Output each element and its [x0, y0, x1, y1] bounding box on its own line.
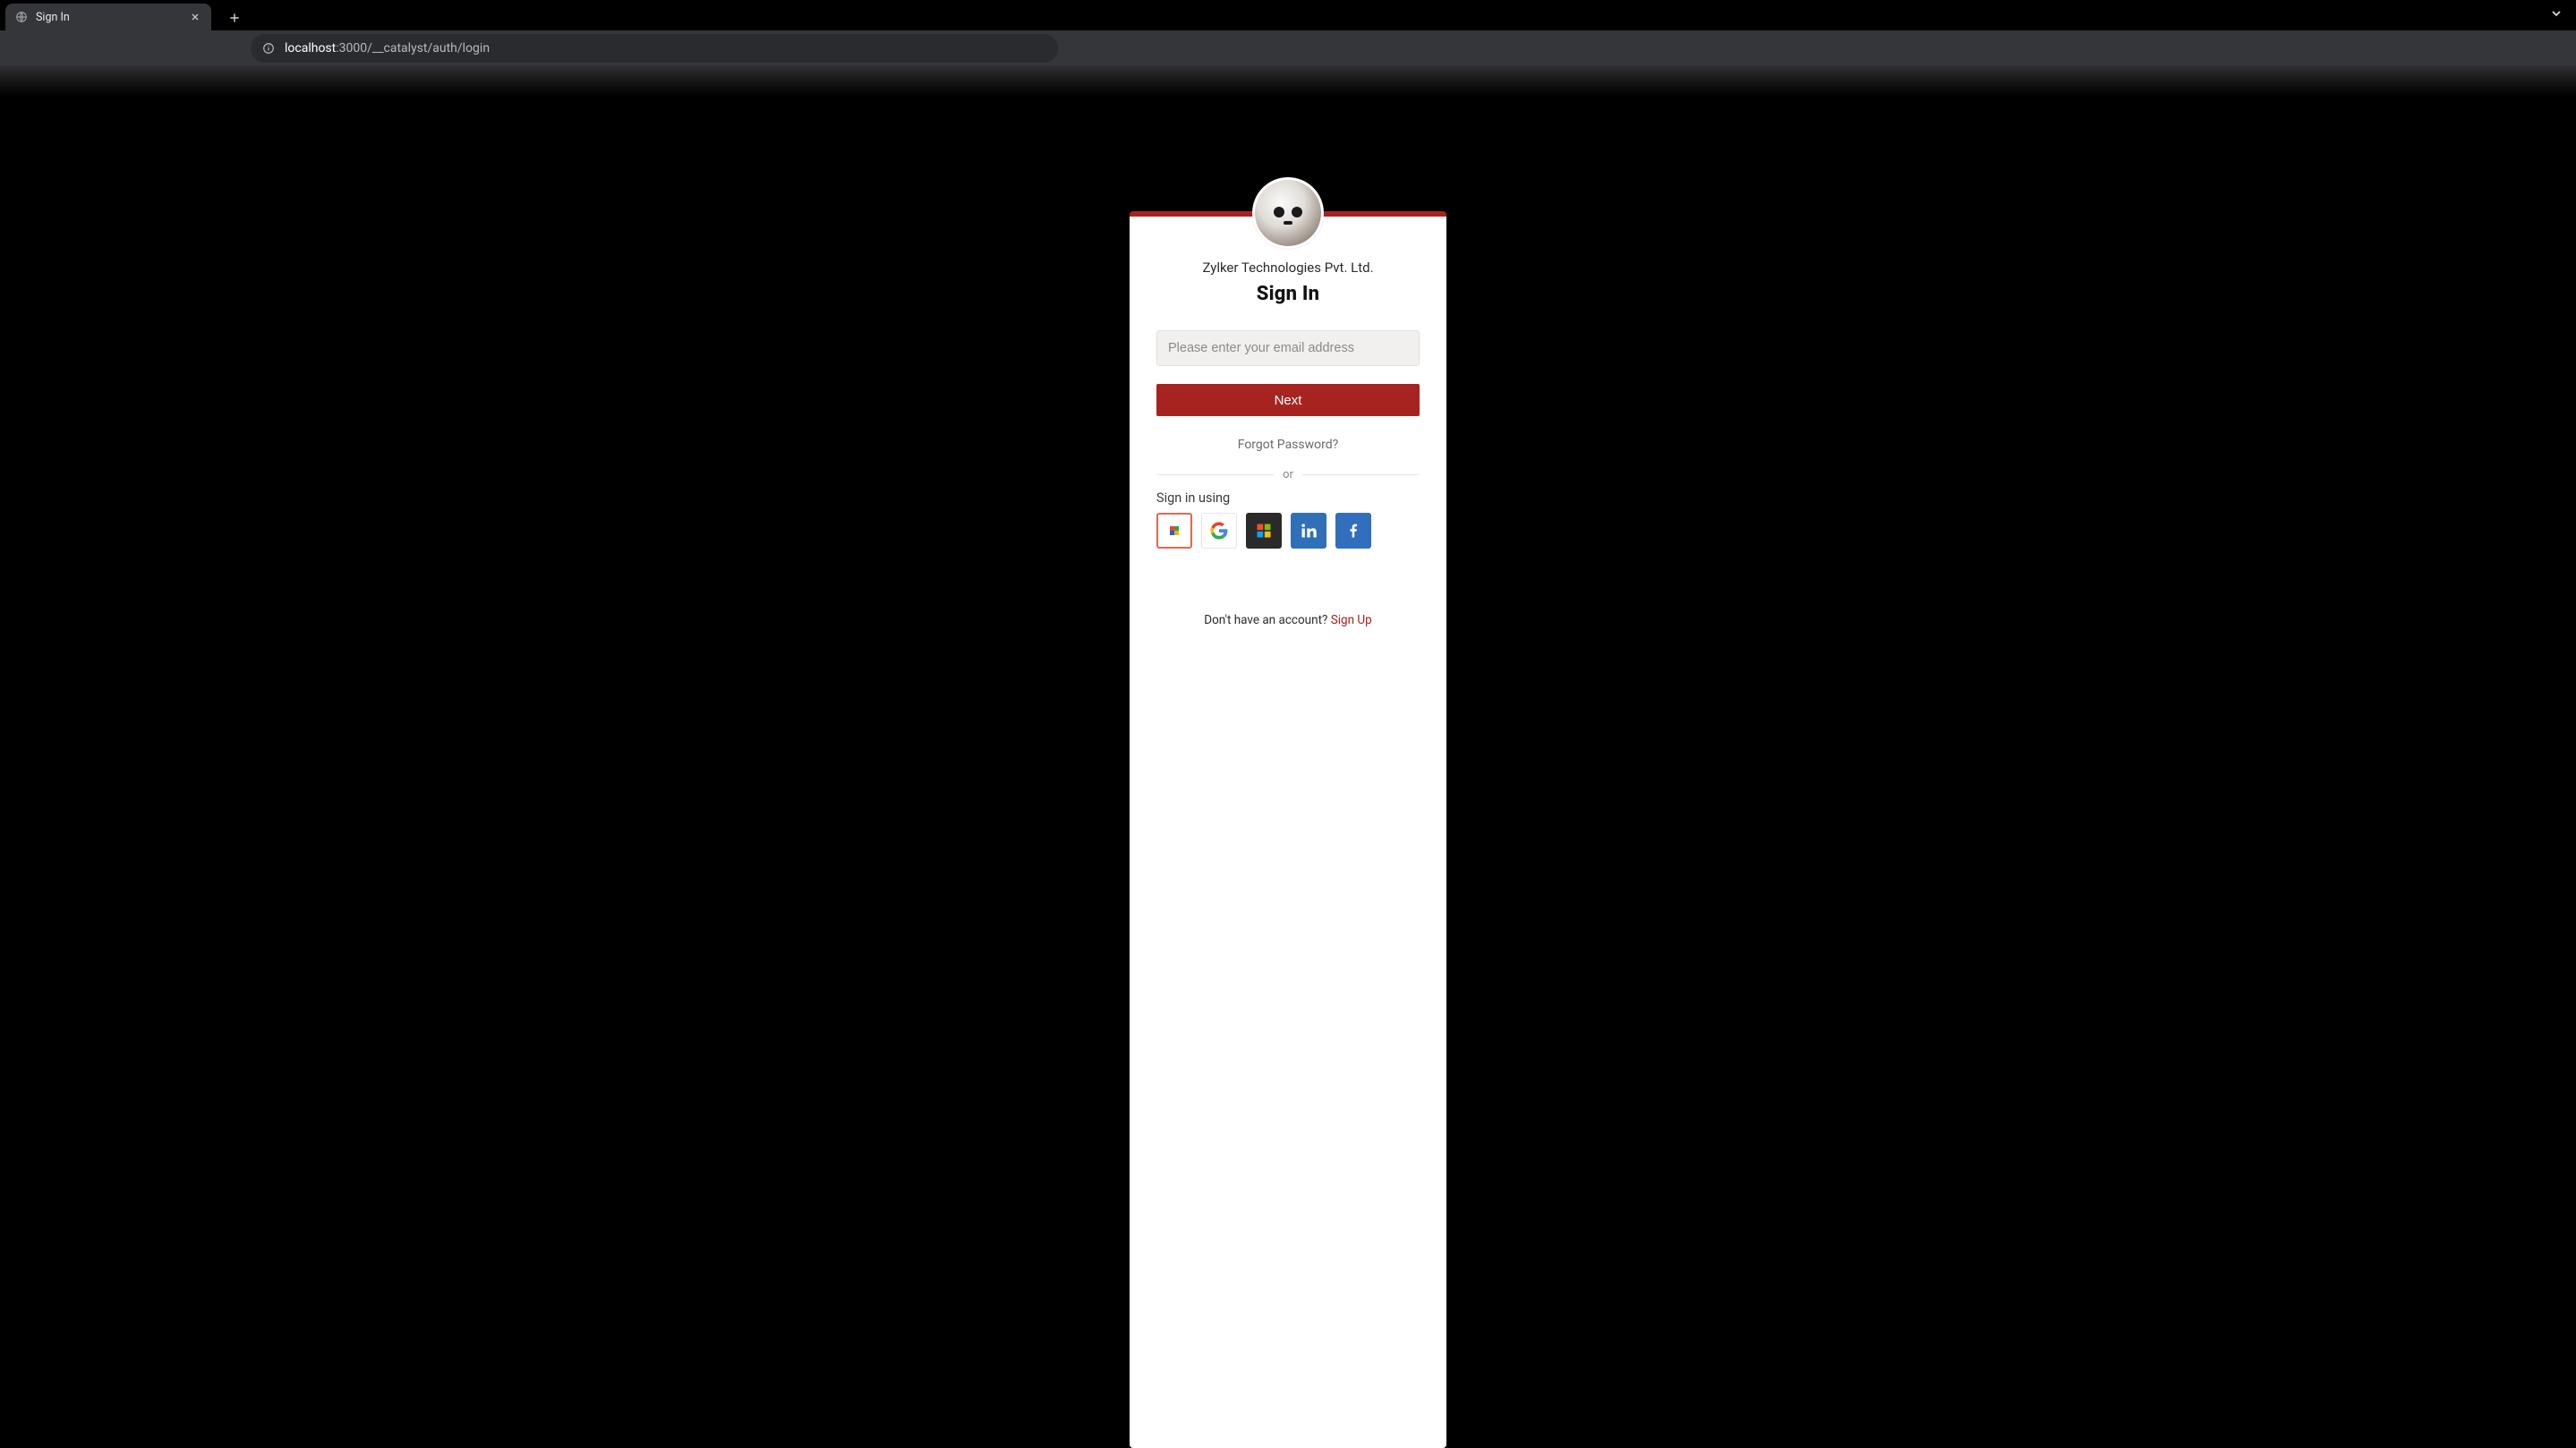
- tab-title: Sign In: [36, 11, 181, 24]
- zoho-icon: [1165, 522, 1183, 540]
- oauth-google-button[interactable]: [1201, 513, 1237, 549]
- linkedin-icon: [1300, 522, 1318, 540]
- oauth-facebook-button[interactable]: [1335, 513, 1371, 549]
- avatar: [1252, 177, 1324, 249]
- next-button[interactable]: Next: [1156, 384, 1420, 416]
- signin-card: Zylker Technologies Pvt. Ltd. Sign In Ne…: [1130, 211, 1446, 1448]
- new-tab-button[interactable]: [222, 5, 247, 30]
- site-info-icon[interactable]: [261, 41, 276, 55]
- forgot-password-link[interactable]: Forgot Password?: [1156, 438, 1420, 452]
- address-bar[interactable]: localhost:3000/__catalyst/auth/login: [251, 34, 1058, 63]
- browser-tab[interactable]: Sign In: [5, 4, 211, 30]
- tab-close-button[interactable]: [188, 10, 202, 24]
- address-bar-url: localhost:3000/__catalyst/auth/login: [285, 41, 490, 55]
- page-title: Sign In: [1156, 283, 1420, 305]
- google-icon: [1210, 522, 1228, 540]
- company-name: Zylker Technologies Pvt. Ltd.: [1156, 260, 1420, 276]
- oauth-linkedin-button[interactable]: [1291, 513, 1326, 549]
- browser-chrome: Sign In: [0, 0, 2576, 97]
- signin-using-label: Sign in using: [1156, 490, 1420, 506]
- avatar-image: [1255, 180, 1321, 246]
- url-host: localhost: [285, 41, 336, 55]
- oauth-provider-row: [1156, 513, 1420, 549]
- globe-icon: [14, 10, 29, 24]
- signup-prompt: Don't have an account? Sign Up: [1156, 613, 1420, 627]
- or-label: or: [1283, 468, 1293, 481]
- or-divider: or: [1156, 468, 1420, 481]
- oauth-zoho-button[interactable]: [1156, 513, 1192, 549]
- tabs-overflow-button[interactable]: [2549, 6, 2563, 24]
- toolbar-shadow: [0, 66, 2576, 97]
- signup-link[interactable]: Sign Up: [1331, 613, 1372, 627]
- close-icon: [190, 12, 200, 22]
- plus-icon: [227, 11, 242, 25]
- email-field[interactable]: [1156, 330, 1420, 366]
- page-content: Zylker Technologies Pvt. Ltd. Sign In Ne…: [0, 97, 2576, 1448]
- facebook-icon: [1344, 522, 1362, 540]
- browser-toolbar: localhost:3000/__catalyst/auth/login: [0, 30, 2576, 66]
- url-path: :3000/__catalyst/auth/login: [336, 41, 490, 55]
- tab-strip: Sign In: [0, 0, 2576, 30]
- oauth-microsoft-button[interactable]: [1246, 513, 1282, 549]
- microsoft-icon: [1255, 522, 1273, 540]
- signup-prompt-text: Don't have an account?: [1204, 613, 1330, 627]
- chevron-down-icon: [2549, 6, 2563, 21]
